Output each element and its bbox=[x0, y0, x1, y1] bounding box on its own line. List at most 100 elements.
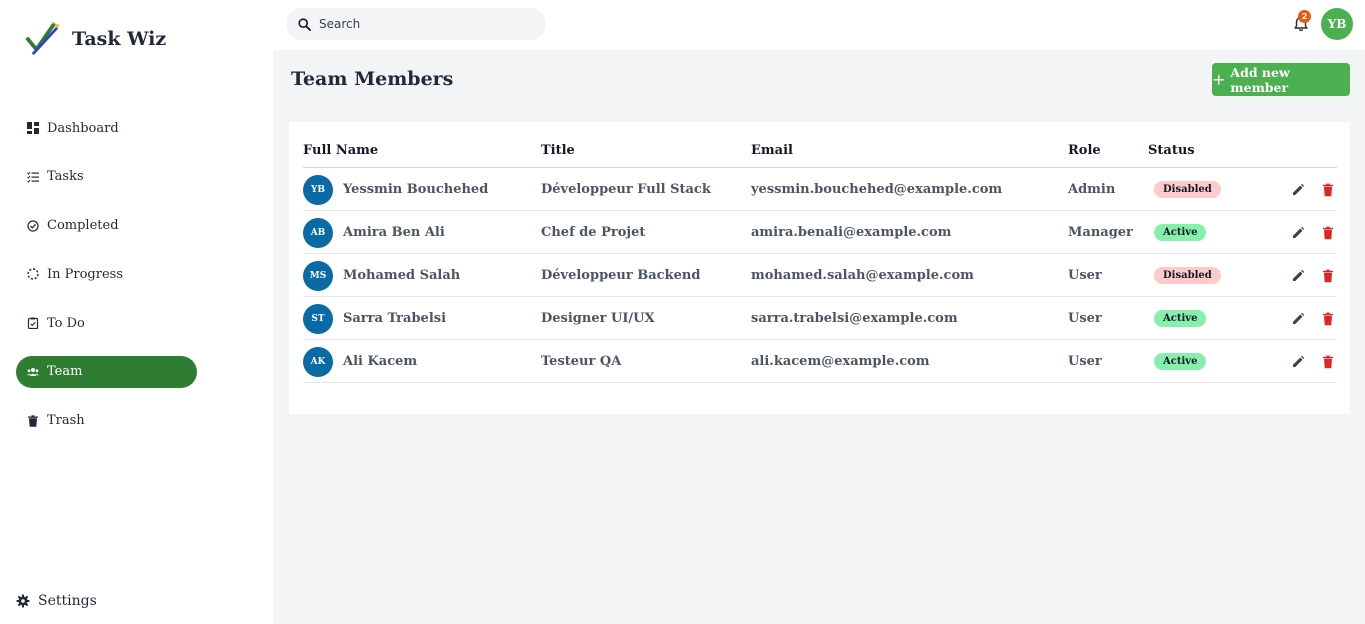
status-badge: Active bbox=[1154, 224, 1207, 241]
search-icon bbox=[298, 17, 311, 31]
status-cell: Active bbox=[1154, 211, 1207, 254]
member-name: Yessmin Bouchehed bbox=[343, 182, 489, 197]
member-email: yessmin.bouchehed@example.com bbox=[751, 182, 1003, 197]
pencil-icon bbox=[1293, 226, 1305, 238]
delete-button[interactable] bbox=[1321, 182, 1335, 197]
sidebar-item-trash[interactable]: Trash bbox=[16, 405, 197, 437]
trash-icon bbox=[1323, 183, 1333, 197]
status-cell: Active bbox=[1154, 340, 1207, 383]
edit-button[interactable] bbox=[1291, 225, 1305, 239]
tasks-icon bbox=[26, 170, 40, 184]
delete-button[interactable] bbox=[1321, 354, 1335, 369]
app-name: Task Wiz bbox=[72, 28, 167, 50]
member-name: Sarra Trabelsi bbox=[343, 311, 447, 326]
settings-link[interactable]: Settings bbox=[16, 593, 97, 609]
member-email: ali.kacem@example.com bbox=[751, 354, 930, 369]
member-avatar: AK bbox=[303, 346, 333, 377]
delete-button[interactable] bbox=[1321, 311, 1335, 326]
trash-icon bbox=[1323, 355, 1333, 369]
member-title: Développeur Backend bbox=[541, 268, 701, 283]
status-badge: Active bbox=[1154, 310, 1207, 327]
header-status: Status bbox=[1148, 143, 1195, 158]
status-badge: Disabled bbox=[1154, 267, 1221, 284]
in-progress-icon bbox=[26, 267, 40, 281]
table-row: AB Amira Ben Ali Chef de Projet amira.be… bbox=[303, 211, 1337, 254]
pencil-icon bbox=[1293, 269, 1305, 281]
member-role: User bbox=[1068, 354, 1102, 369]
member-role: Manager bbox=[1068, 225, 1133, 240]
member-avatar: ST bbox=[303, 303, 333, 334]
clipboard-icon bbox=[26, 316, 40, 330]
header-role: Role bbox=[1068, 143, 1101, 158]
sidebar-item-label: Tasks bbox=[47, 169, 84, 185]
status-cell: Disabled bbox=[1154, 168, 1221, 211]
sidebar-item-completed[interactable]: Completed bbox=[16, 210, 197, 242]
edit-button[interactable] bbox=[1291, 311, 1305, 325]
delete-button[interactable] bbox=[1321, 268, 1335, 283]
user-avatar[interactable]: YB bbox=[1321, 8, 1353, 40]
header-email: Email bbox=[751, 143, 793, 158]
header-full-name: Full Name bbox=[303, 143, 379, 158]
member-avatar: MS bbox=[303, 260, 333, 291]
sidebar-item-label: Dashboard bbox=[47, 120, 119, 136]
sidebar-item-dashboard[interactable]: Dashboard bbox=[16, 112, 197, 144]
sidebar-item-in-progress[interactable]: In Progress bbox=[16, 258, 197, 290]
team-table-card: Full Name Title Email Role Status YB Yes… bbox=[289, 122, 1350, 414]
status-badge: Active bbox=[1154, 353, 1207, 370]
pencil-icon bbox=[1293, 183, 1305, 195]
status-cell: Active bbox=[1154, 297, 1207, 340]
status-badge: Disabled bbox=[1154, 181, 1221, 198]
table-row: AK Ali Kacem Testeur QA ali.kacem@exampl… bbox=[303, 340, 1337, 383]
member-role: Admin bbox=[1068, 182, 1116, 197]
status-cell: Disabled bbox=[1154, 254, 1221, 297]
sidebar-nav: Dashboard Tasks Completed In Progress To… bbox=[16, 112, 197, 454]
member-name: Mohamed Salah bbox=[343, 268, 461, 283]
top-bar: 2 YB bbox=[273, 0, 1365, 50]
delete-button[interactable] bbox=[1321, 225, 1335, 240]
trash-icon bbox=[1323, 269, 1333, 283]
sidebar-item-label: Trash bbox=[47, 413, 85, 429]
member-role: User bbox=[1068, 268, 1102, 283]
member-name: Ali Kacem bbox=[343, 354, 418, 369]
sidebar-item-label: Completed bbox=[47, 218, 119, 234]
member-name-cell: ST Sarra Trabelsi bbox=[303, 297, 446, 340]
edit-button[interactable] bbox=[1291, 182, 1305, 196]
sidebar-item-tasks[interactable]: Tasks bbox=[16, 161, 197, 193]
plus-icon: + bbox=[1212, 70, 1226, 89]
table-row: MS Mohamed Salah Développeur Backend moh… bbox=[303, 254, 1337, 297]
member-name-cell: AK Ali Kacem bbox=[303, 340, 417, 383]
sidebar-item-label: In Progress bbox=[47, 266, 124, 282]
member-name-cell: MS Mohamed Salah bbox=[303, 254, 460, 297]
sidebar-item-label: Team bbox=[47, 364, 83, 380]
sidebar-item-to-do[interactable]: To Do bbox=[16, 307, 197, 339]
add-member-label: Add new member bbox=[1230, 64, 1290, 95]
search-input[interactable] bbox=[319, 17, 539, 31]
member-email: amira.benali@example.com bbox=[751, 225, 952, 240]
trash-icon bbox=[26, 414, 40, 428]
app-logo[interactable]: Task Wiz bbox=[25, 20, 166, 58]
settings-label: Settings bbox=[38, 593, 97, 609]
member-role: User bbox=[1068, 311, 1102, 326]
member-title: Développeur Full Stack bbox=[541, 182, 711, 197]
check-circle-icon bbox=[26, 219, 40, 233]
trash-icon bbox=[1323, 226, 1333, 240]
sidebar-item-team[interactable]: Team bbox=[16, 355, 197, 388]
dashboard-icon bbox=[26, 121, 40, 135]
search-bar[interactable] bbox=[286, 8, 546, 40]
table-row: ST Sarra Trabelsi Designer UI/UX sarra.t… bbox=[303, 297, 1337, 340]
page-title: Team Members bbox=[291, 68, 454, 90]
member-avatar: YB bbox=[303, 174, 333, 205]
edit-button[interactable] bbox=[1291, 268, 1305, 282]
pencil-icon bbox=[1293, 355, 1305, 367]
member-title: Designer UI/UX bbox=[541, 311, 655, 326]
team-icon bbox=[26, 365, 40, 379]
member-email: sarra.trabelsi@example.com bbox=[751, 311, 958, 326]
header-title: Title bbox=[541, 143, 575, 158]
edit-button[interactable] bbox=[1291, 354, 1305, 368]
member-title: Chef de Projet bbox=[541, 225, 646, 240]
add-member-button[interactable]: + Add new member bbox=[1212, 63, 1350, 96]
trash-icon bbox=[1323, 312, 1333, 326]
member-email: mohamed.salah@example.com bbox=[751, 268, 974, 283]
pencil-icon bbox=[1293, 312, 1305, 324]
sidebar-item-label: To Do bbox=[47, 315, 85, 331]
